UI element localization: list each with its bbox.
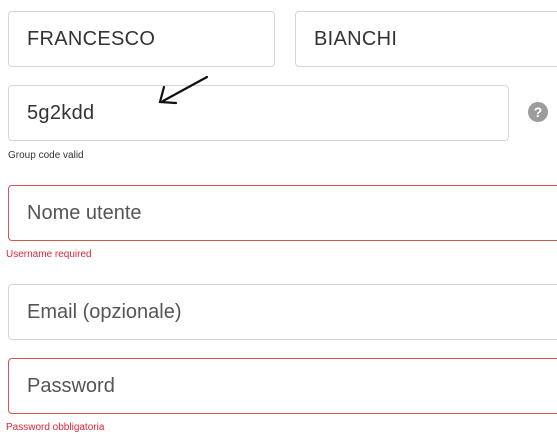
first-name-value: FRANCESCO bbox=[27, 27, 156, 50]
username-field[interactable]: Nome utente bbox=[8, 185, 557, 241]
arrow-icon bbox=[158, 75, 209, 105]
first-name-field[interactable]: FRANCESCO bbox=[8, 11, 275, 67]
group-code-value: 5g2kdd bbox=[27, 101, 95, 124]
email-placeholder: Email (opzionale) bbox=[27, 300, 182, 323]
group-code-field[interactable]: 5g2kdd bbox=[8, 85, 509, 141]
last-name-field[interactable]: BIANCHI bbox=[295, 11, 557, 67]
username-placeholder: Nome utente bbox=[27, 201, 142, 224]
password-placeholder: Password bbox=[27, 374, 115, 397]
last-name-value: BIANCHI bbox=[314, 27, 398, 50]
registration-form: FRANCESCO BIANCHI 5g2kdd ? Group code va… bbox=[0, 0, 557, 434]
password-field[interactable]: Password bbox=[8, 358, 557, 414]
email-field[interactable]: Email (opzionale) bbox=[8, 284, 557, 340]
question-circle-icon[interactable]: ? bbox=[528, 102, 548, 122]
group-code-valid-hint: Group code valid bbox=[8, 150, 84, 161]
password-error: Password obbligatoria bbox=[6, 422, 105, 433]
username-error: Username required bbox=[6, 249, 92, 260]
